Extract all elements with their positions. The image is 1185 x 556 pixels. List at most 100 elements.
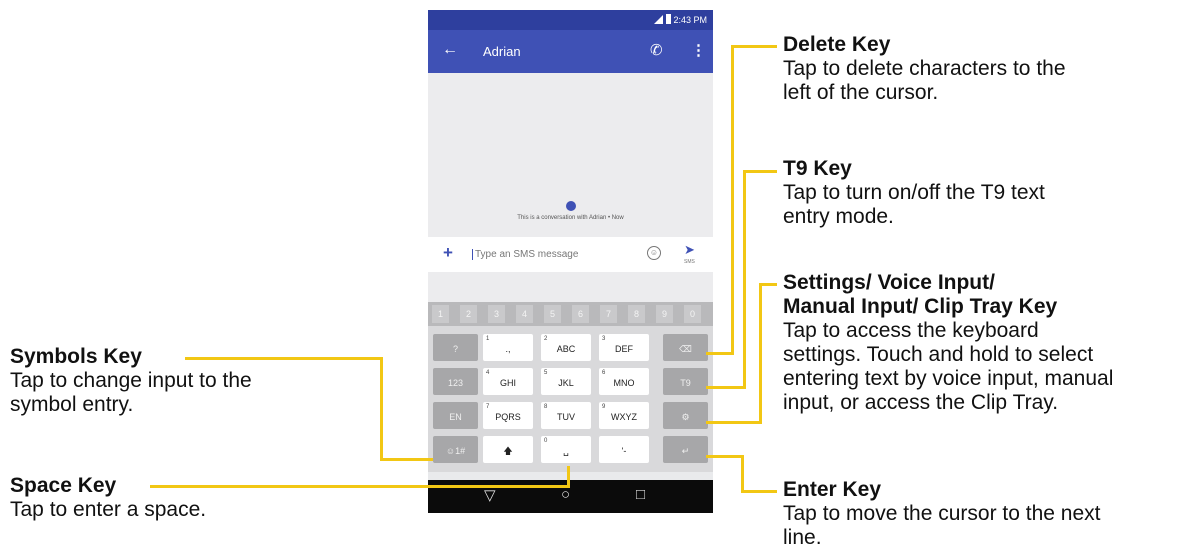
- symbols-leader-line: [380, 357, 383, 461]
- callout-text: Tap to change input to the: [10, 369, 252, 392]
- t9-leader-line: [706, 386, 746, 389]
- status-bar: 2:43 PM: [428, 10, 713, 30]
- conversation-note: This is a conversation with Adrian • Now: [517, 215, 624, 221]
- emoji-icon[interactable]: ☺: [647, 246, 661, 260]
- tuv-key[interactable]: 8 TUV: [541, 402, 591, 429]
- nav-recents-icon[interactable]: □: [636, 486, 645, 503]
- symbols-key[interactable]: ☺1#: [433, 436, 478, 463]
- callout-text: Tap to move the cursor to the next: [783, 502, 1101, 525]
- compose-bar: + Type an SMS message ☺ ➤ SMS: [428, 237, 713, 272]
- key-label: ABC: [556, 344, 576, 354]
- number-key[interactable]: 7: [600, 305, 617, 323]
- space-key[interactable]: 0 ␣: [541, 436, 591, 463]
- send-label: SMS: [684, 259, 695, 265]
- callout-text: line.: [783, 526, 822, 549]
- mode-123-key[interactable]: 123: [433, 368, 478, 395]
- key-digit: 4: [486, 370, 490, 376]
- callout-title: Delete Key: [783, 33, 891, 56]
- number-key[interactable]: 9: [656, 305, 673, 323]
- nav-back-icon[interactable]: ▽: [484, 486, 496, 504]
- key-label: .,: [505, 344, 511, 354]
- back-arrow-icon[interactable]: ←: [442, 41, 458, 59]
- wxyz-key[interactable]: 9 WXYZ: [599, 402, 649, 429]
- key-label: JKL: [558, 378, 574, 388]
- key-label: GHI: [499, 378, 516, 388]
- key-digit: 5: [544, 370, 548, 376]
- number-key[interactable]: 5: [544, 305, 561, 323]
- key-label: TUV: [557, 412, 575, 422]
- def-key[interactable]: 3 DEF: [599, 334, 649, 361]
- callout-text: Tap to delete characters to the: [783, 57, 1066, 80]
- symbols-key-callout: Symbols Key Tap to change input to the s…: [10, 345, 252, 417]
- settings-leader-line: [706, 421, 762, 424]
- battery-icon: [666, 14, 671, 24]
- question-key[interactable]: ?: [433, 334, 478, 361]
- callout-text: settings. Touch and hold to select: [783, 343, 1094, 366]
- phone-call-icon[interactable]: ✆: [650, 41, 663, 59]
- delete-key[interactable]: ⌫: [663, 334, 708, 361]
- number-key[interactable]: 2: [460, 305, 477, 323]
- attach-plus-icon[interactable]: +: [443, 243, 453, 263]
- shift-key[interactable]: 🡅: [483, 436, 533, 463]
- callout-title: T9 Key: [783, 157, 852, 180]
- settings-key-callout: Settings/ Voice Input/ Manual Input/ Cli…: [783, 271, 1113, 415]
- enter-arrow-icon: ↵: [681, 446, 690, 456]
- language-key[interactable]: EN: [433, 402, 478, 429]
- t9-key[interactable]: T9: [663, 368, 708, 395]
- nav-home-icon[interactable]: ○: [561, 486, 570, 503]
- callout-title: Symbols Key: [10, 345, 142, 368]
- number-row: 1 2 3 4 5 6 7 8 9 0: [428, 302, 713, 326]
- enter-leader-line: [741, 455, 744, 493]
- message-input[interactable]: Type an SMS message: [472, 249, 578, 260]
- callout-title: Settings/ Voice Input/: [783, 271, 995, 294]
- callout-text: entry mode.: [783, 205, 894, 228]
- number-key[interactable]: 6: [572, 305, 589, 323]
- key-digit: 1: [486, 336, 490, 342]
- key-digit: 7: [486, 404, 490, 410]
- symbols-leader-line: [380, 458, 433, 461]
- enter-leader-line: [706, 455, 744, 458]
- number-key[interactable]: 1: [432, 305, 449, 323]
- more-options-icon[interactable]: ⋮: [691, 41, 706, 59]
- key-digit: 6: [602, 370, 606, 376]
- jkl-key[interactable]: 5 JKL: [541, 368, 591, 395]
- t9-leader-line: [743, 170, 746, 389]
- key-label: MNO: [613, 378, 635, 388]
- enter-key[interactable]: ↵: [663, 436, 708, 463]
- delete-leader-line: [731, 45, 777, 48]
- mno-key[interactable]: 6 MNO: [599, 368, 649, 395]
- punctuation-key[interactable]: 1.,: [483, 334, 533, 361]
- key-digit: 9: [602, 404, 606, 410]
- key-digit: 8: [544, 404, 548, 410]
- callout-text: entering text by voice input, manual: [783, 367, 1114, 390]
- conversation-area: This is a conversation with Adrian • Now: [428, 73, 713, 237]
- settings-leader-line: [759, 283, 777, 286]
- contact-avatar: [566, 201, 576, 211]
- ghi-key[interactable]: 4 GHI: [483, 368, 533, 395]
- callout-text: input, or access the Clip Tray.: [783, 391, 1059, 414]
- callout-text: left of the cursor.: [783, 81, 939, 104]
- delete-key-callout: Delete Key Tap to delete characters to t…: [783, 33, 1066, 105]
- delete-leader-line: [731, 45, 734, 355]
- number-key[interactable]: 0: [684, 305, 701, 323]
- signal-icon: [654, 15, 663, 24]
- number-key[interactable]: 4: [516, 305, 533, 323]
- settings-key[interactable]: ⚙: [663, 402, 708, 429]
- contact-name: Adrian: [483, 44, 521, 59]
- space-key-callout: Space Key Tap to enter a space.: [10, 474, 206, 522]
- compose-spacer: [428, 272, 713, 302]
- delete-leader-line: [706, 352, 734, 355]
- t9-keyboard: 1 2 3 4 5 6 7 8 9 0 ? 1., 2 ABC 3 DEF ⌫ 12…: [428, 302, 713, 472]
- enter-key-callout: Enter Key Tap to move the cursor to the …: [783, 478, 1101, 550]
- number-key[interactable]: 8: [628, 305, 645, 323]
- t9-key-callout: T9 Key Tap to turn on/off the T9 text en…: [783, 157, 1045, 229]
- small-punctuation-key[interactable]: '-: [599, 436, 649, 463]
- pqrs-key[interactable]: 7 PQRS: [483, 402, 533, 429]
- key-label: PQRS: [495, 412, 521, 422]
- space-leader-line: [567, 466, 570, 488]
- abc-key[interactable]: 2 ABC: [541, 334, 591, 361]
- key-label: DEF: [615, 344, 633, 354]
- number-key[interactable]: 3: [488, 305, 505, 323]
- send-icon[interactable]: ➤: [684, 242, 695, 258]
- key-digit: 2: [544, 336, 548, 342]
